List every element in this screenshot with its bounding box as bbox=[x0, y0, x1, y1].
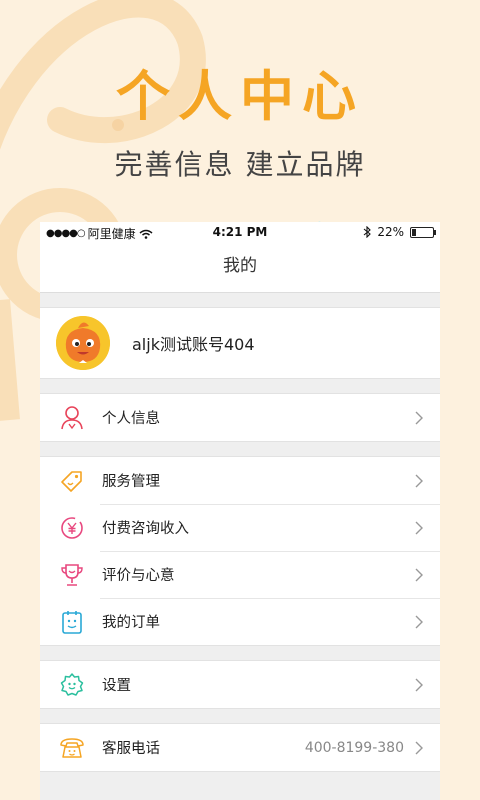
battery-icon bbox=[410, 226, 436, 238]
promo-title: 个人中心 bbox=[116, 65, 364, 128]
menu-label-customer-service: 客服电话 bbox=[102, 741, 160, 757]
person-icon bbox=[61, 405, 83, 429]
menu-label-service-management: 服务管理 bbox=[102, 474, 160, 490]
chevron-right-icon bbox=[415, 678, 423, 691]
telephone-icon bbox=[60, 737, 84, 758]
chevron-right-icon bbox=[415, 411, 423, 424]
menu-item-personal-info[interactable]: 个人信息 bbox=[40, 394, 440, 441]
menu-label-settings: 设置 bbox=[102, 678, 131, 694]
promo-subtitle: 完善信息 建立品牌 bbox=[114, 148, 366, 181]
avatar[interactable] bbox=[56, 316, 110, 370]
menu-item-paid-consult-income[interactable]: 付费咨询收入 bbox=[40, 504, 440, 551]
menu-item-reviews[interactable]: 评价与心意 bbox=[40, 551, 440, 598]
menu-item-my-orders[interactable]: 我的订单 bbox=[40, 598, 440, 645]
group-settings: 设置 bbox=[40, 660, 440, 709]
battery-fill bbox=[412, 228, 417, 236]
page-title: 我的 bbox=[40, 242, 440, 293]
menu-label-reviews: 评价与心意 bbox=[102, 568, 175, 584]
chevron-right-icon bbox=[415, 615, 423, 628]
menu-label-paid-consult-income: 付费咨询收入 bbox=[102, 521, 189, 537]
phone-screen: ●●●●○ 阿里健康 4:21 PM 22% 我的 aljk测试账号404 个人… bbox=[40, 222, 440, 800]
group-personal: 个人信息 bbox=[40, 393, 440, 442]
group-services: 服务管理 付费咨询收入 评价与心意 我的订单 bbox=[40, 456, 440, 646]
trophy-icon bbox=[61, 563, 83, 586]
menu-item-service-management[interactable]: 服务管理 bbox=[40, 457, 440, 504]
chevron-right-icon bbox=[415, 568, 423, 581]
bluetooth-icon bbox=[363, 226, 372, 238]
chevron-right-icon bbox=[415, 474, 423, 487]
menu-item-customer-service[interactable]: 客服电话 400-8199-380 bbox=[40, 724, 440, 771]
menu-label-personal-info: 个人信息 bbox=[102, 411, 160, 427]
profile-name: aljk测试账号404 bbox=[132, 335, 255, 354]
customer-service-phone[interactable]: 400-8199-380 bbox=[305, 740, 404, 756]
status-bar: ●●●●○ 阿里健康 4:21 PM 22% bbox=[40, 222, 440, 242]
battery-percent: 22% bbox=[377, 225, 404, 239]
chevron-right-icon bbox=[415, 741, 423, 754]
gear-icon bbox=[60, 672, 84, 696]
group-support: 客服电话 400-8199-380 bbox=[40, 723, 440, 772]
clipboard-icon bbox=[62, 610, 82, 634]
chevron-right-icon bbox=[415, 521, 423, 534]
profile-card[interactable]: aljk测试账号404 bbox=[40, 307, 440, 379]
mascot-avatar-icon bbox=[56, 316, 110, 370]
tag-icon bbox=[61, 470, 82, 492]
yen-icon bbox=[61, 516, 83, 539]
menu-label-my-orders: 我的订单 bbox=[102, 615, 160, 631]
menu-item-settings[interactable]: 设置 bbox=[40, 661, 440, 708]
